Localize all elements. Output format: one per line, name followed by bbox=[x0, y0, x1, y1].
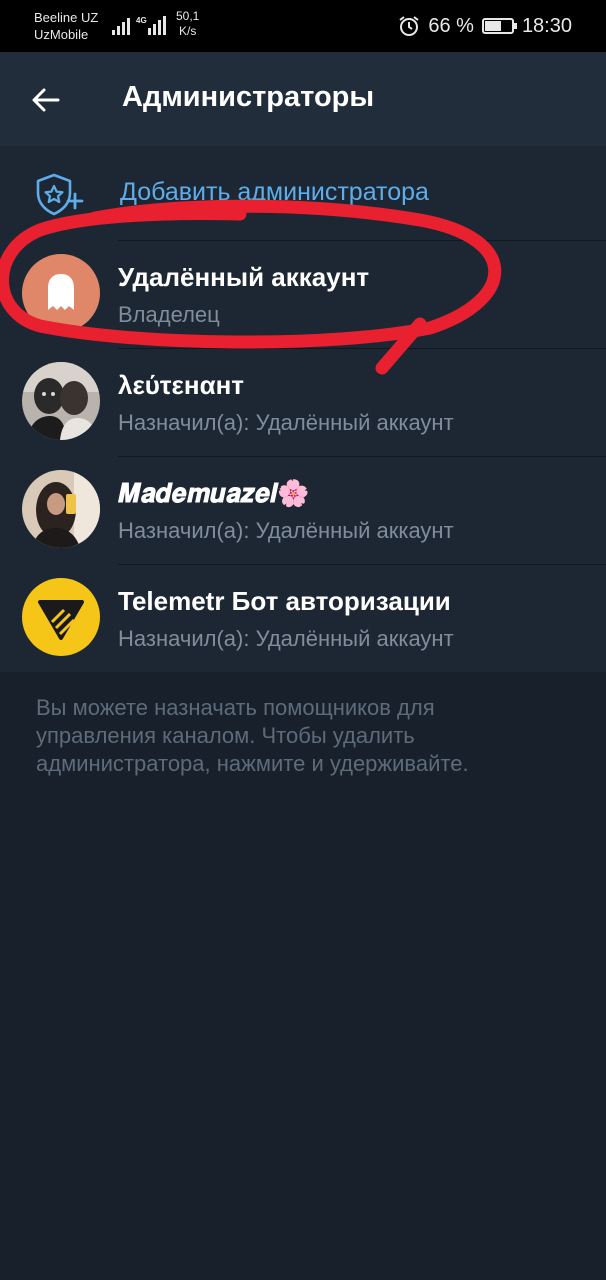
admin-role: Владелец bbox=[118, 302, 220, 327]
arrow-left-icon[interactable] bbox=[28, 82, 64, 118]
app-bar: Администраторы bbox=[0, 52, 606, 146]
admin-info-text: Вы можете назначать помощников для управ… bbox=[36, 695, 469, 776]
network-speed-value: 50,1 bbox=[176, 9, 200, 23]
admin-name: Удалённый аккаунт bbox=[118, 262, 370, 292]
ghost-icon bbox=[48, 274, 74, 310]
battery-percent: 66 % bbox=[428, 14, 474, 37]
avatar bbox=[22, 254, 100, 332]
avatar-photo bbox=[22, 362, 100, 440]
admin-name: Telemetr Бот авторизации bbox=[118, 586, 451, 616]
avatar bbox=[22, 578, 100, 656]
carrier-1: Beeline UZ bbox=[34, 10, 99, 25]
alarm-icon bbox=[399, 16, 419, 36]
avatar bbox=[22, 470, 100, 548]
avatar bbox=[22, 362, 100, 440]
admin-assigned-by: Назначил(а): Удалённый аккаунт bbox=[118, 410, 454, 435]
network-speed: 50,1 K/s bbox=[176, 9, 199, 39]
admin-row[interactable]: 𝑴𝒂𝒅𝒆𝒎𝒖𝒂𝒛𝒆𝒍🌸 Назначил(а): Удалённый аккау… bbox=[0, 456, 606, 564]
admin-list: Добавить администратора Удалённый аккаун… bbox=[0, 146, 606, 672]
admin-row-owner[interactable]: Удалённый аккаунт Владелец bbox=[0, 240, 606, 348]
status-right: 66 % 18:30 bbox=[398, 12, 572, 40]
page-title: Администраторы bbox=[122, 81, 375, 113]
divider bbox=[118, 564, 606, 565]
admin-row[interactable]: Telemetr Бот авторизации Назначил(а): Уд… bbox=[0, 564, 606, 672]
clock: 18:30 bbox=[521, 14, 572, 37]
admin-assigned-by: Назначил(а): Удалённый аккаунт bbox=[118, 626, 454, 651]
admin-row[interactable]: λεύτεнαнт Назначил(а): Удалённый аккаунт bbox=[0, 348, 606, 456]
battery-icon bbox=[481, 18, 517, 34]
carrier-names: Beeline UZ UzMobile bbox=[34, 9, 98, 43]
carrier-2: UzMobile bbox=[34, 27, 89, 42]
add-admin-button[interactable]: Добавить администратора bbox=[0, 146, 606, 240]
avatar-photo bbox=[22, 470, 100, 548]
status-bar: Beeline UZ UzMobile 4G 50,1 K/s 66 % 18:… bbox=[0, 0, 606, 52]
network-speed-unit: K/s bbox=[179, 24, 197, 38]
divider bbox=[118, 456, 606, 457]
add-admin-label: Добавить администратора bbox=[120, 178, 429, 206]
telemetr-logo-icon bbox=[38, 600, 84, 640]
divider bbox=[118, 348, 606, 349]
divider bbox=[118, 240, 606, 241]
network-type-badge: 4G bbox=[136, 16, 147, 25]
admin-name: 𝑴𝒂𝒅𝒆𝒎𝒖𝒂𝒛𝒆𝒍🌸 bbox=[118, 478, 310, 508]
admin-name: λεύτεнαнт bbox=[118, 370, 245, 400]
signal-icon: 4G bbox=[112, 16, 166, 35]
admin-assigned-by: Назначил(а): Удалённый аккаунт bbox=[118, 518, 454, 543]
shield-star-add-icon bbox=[36, 173, 84, 216]
